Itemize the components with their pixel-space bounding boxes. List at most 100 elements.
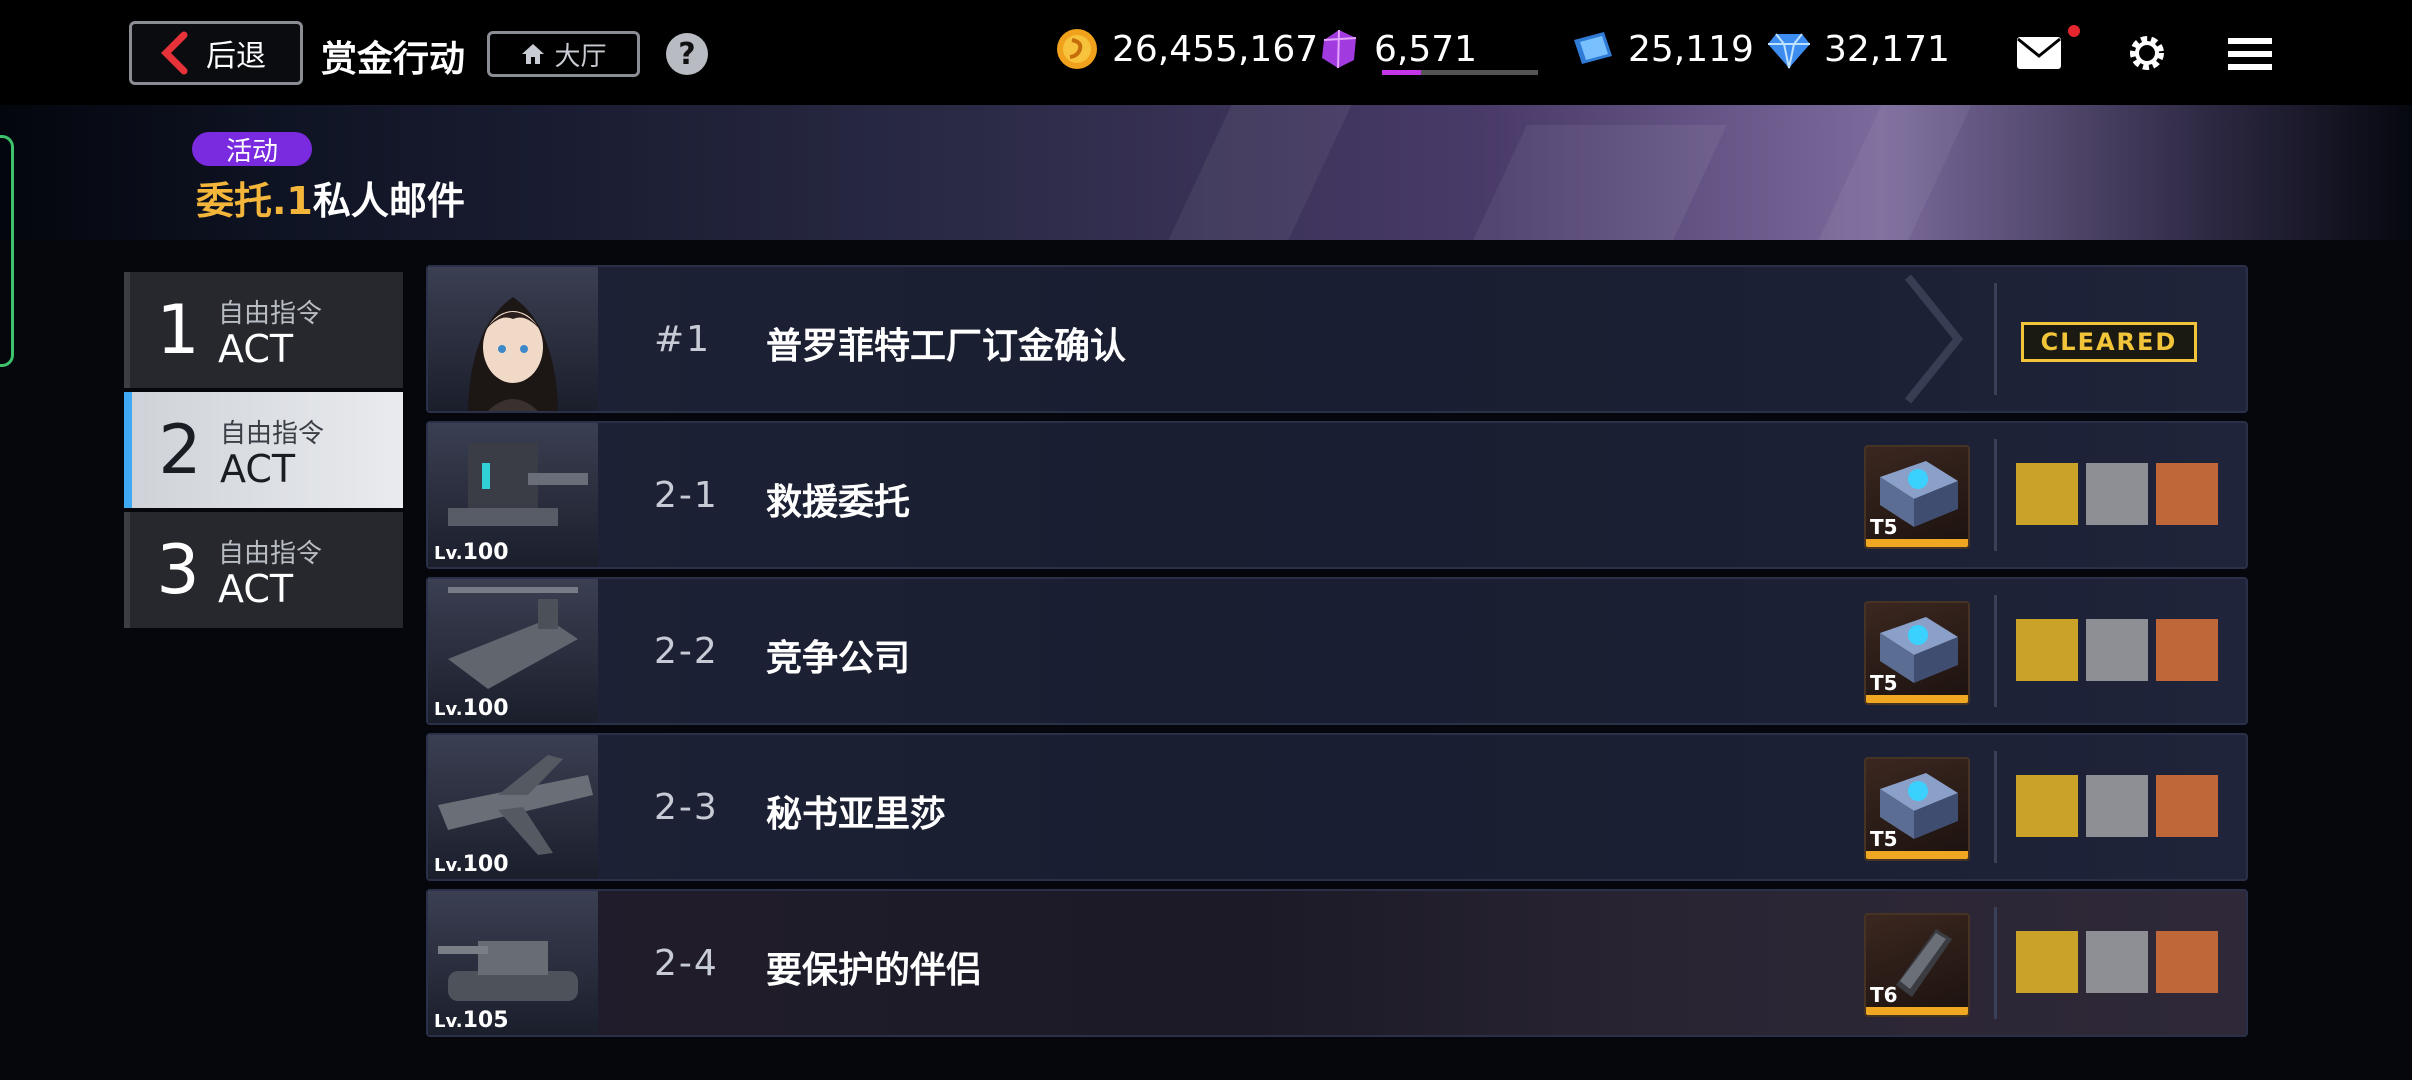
portrait: Lv.100 xyxy=(428,423,598,567)
notification-dot xyxy=(2068,25,2080,37)
act-subtitle: 自由指令 xyxy=(218,538,323,569)
event-title-main: 私人邮件 xyxy=(312,179,465,223)
bronze-medal-icon xyxy=(2156,775,2218,837)
back-button[interactable]: 后退 xyxy=(129,21,303,85)
lobby-button[interactable]: 大厅 xyxy=(487,31,640,77)
gold-medal-icon xyxy=(2016,775,2078,837)
reward-item[interactable]: T5 xyxy=(1864,445,1970,549)
gem-counter[interactable]: 6,571 xyxy=(1316,26,1477,72)
gold-medal-icon xyxy=(2016,463,2078,525)
event-title: 委托.1私人邮件 xyxy=(196,170,465,225)
purple-gem-icon xyxy=(1322,29,1357,69)
reward-item[interactable]: T5 xyxy=(1864,601,1970,705)
stage-id: 2-3 xyxy=(654,787,719,828)
mission-row[interactable]: #1 普罗菲特工厂订金确认 CLEARED xyxy=(426,265,2248,413)
gem-progress-bar xyxy=(1382,70,1538,75)
page-title: 赏金行动 xyxy=(321,39,466,80)
portrait xyxy=(428,267,598,411)
act-label: ACT xyxy=(218,566,294,611)
mission-list: #1 普罗菲特工厂订金确认 CLEARED Lv.100 2-1 救援委托 T5 xyxy=(426,265,2248,1045)
tier-bar xyxy=(1866,851,1968,859)
tier-label: T5 xyxy=(1870,671,1898,695)
silver-medal-icon xyxy=(2086,931,2148,993)
event-tag: 活动 xyxy=(192,132,312,167)
mission-row[interactable]: Lv.100 2-1 救援委托 T5 xyxy=(426,421,2248,569)
level-label: Lv.100 xyxy=(434,696,509,721)
back-button-label: 后退 xyxy=(206,39,266,74)
girl-portrait-icon xyxy=(468,297,558,411)
row-divider xyxy=(1994,595,1997,707)
level-prefix: Lv. xyxy=(434,699,463,720)
coin-counter[interactable]: 26,455,167 xyxy=(1054,26,1318,72)
blue-ticket-icon xyxy=(1574,32,1612,64)
tier-bar xyxy=(1866,1007,1968,1015)
row-divider xyxy=(1994,439,1997,551)
ticket-counter[interactable]: 25,119 xyxy=(1570,26,1754,72)
stage-name: 普罗菲特工厂订金确认 xyxy=(766,326,1127,367)
gear-icon[interactable] xyxy=(2126,32,2168,74)
coin-value: 26,455,167 xyxy=(1112,28,1319,70)
act-number: 2 xyxy=(158,410,202,490)
home-icon xyxy=(522,44,545,64)
silver-medal-icon xyxy=(2086,619,2148,681)
help-button[interactable]: ? xyxy=(666,33,708,75)
act-number: 3 xyxy=(156,530,200,610)
top-bar: 后退 赏金行动 大厅 ? 26,455,167 6,571 25,119 32,… xyxy=(0,0,2412,105)
act-subtitle: 自由指令 xyxy=(218,298,323,329)
gold-medal-icon xyxy=(2016,931,2078,993)
level-value: 100 xyxy=(462,852,509,877)
row-divider xyxy=(1994,907,1997,1019)
act-tab-1[interactable]: 1 自由指令 ACT xyxy=(124,272,403,388)
row-chevron-decoration xyxy=(1904,274,1964,404)
reward-item[interactable]: T5 xyxy=(1864,757,1970,861)
diamond-counter[interactable]: 32,171 xyxy=(1766,26,1950,72)
tier-label: T6 xyxy=(1870,983,1898,1007)
level-prefix: Lv. xyxy=(434,1011,463,1032)
diamond-icon xyxy=(1768,33,1810,69)
banner-decoration xyxy=(1473,125,1727,240)
tier-bar xyxy=(1866,695,1968,703)
stage-id: #1 xyxy=(654,319,712,360)
reward-item[interactable]: T6 xyxy=(1864,913,1970,1017)
level-value: 100 xyxy=(462,540,509,565)
act-tab-2[interactable]: 2 自由指令 ACT xyxy=(124,392,403,508)
level-prefix: Lv. xyxy=(434,855,463,876)
bronze-medal-icon xyxy=(2156,619,2218,681)
level-label: Lv.105 xyxy=(434,1008,509,1033)
mission-row[interactable]: Lv.105 2-4 要保护的伴侣 T6 xyxy=(426,889,2248,1037)
bronze-medal-icon xyxy=(2156,463,2218,525)
banner-decoration xyxy=(1168,105,1352,240)
mail-icon[interactable] xyxy=(2016,36,2062,70)
act-tab-3[interactable]: 3 自由指令 ACT xyxy=(124,512,403,628)
level-value: 105 xyxy=(462,1008,509,1033)
portrait: Lv.105 xyxy=(428,891,598,1035)
mission-row[interactable]: Lv.100 2-2 竞争公司 T5 xyxy=(426,577,2248,725)
act-subtitle: 自由指令 xyxy=(220,418,325,449)
act-number: 1 xyxy=(156,290,200,370)
portrait: Lv.100 xyxy=(428,735,598,879)
stage-id: 2-2 xyxy=(654,631,719,672)
mission-row[interactable]: Lv.100 2-3 秘书亚里莎 T5 xyxy=(426,733,2248,881)
row-divider xyxy=(1994,751,1997,863)
bronze-medal-icon xyxy=(2156,931,2218,993)
stage-name: 竞争公司 xyxy=(766,638,911,679)
portrait: Lv.100 xyxy=(428,579,598,723)
banner-decoration xyxy=(1818,105,1972,240)
stage-name: 救援委托 xyxy=(766,482,911,523)
back-chevron-icon xyxy=(161,31,188,75)
silver-medal-icon xyxy=(2086,775,2148,837)
tier-bar xyxy=(1866,539,1968,547)
menu-icon[interactable] xyxy=(2228,36,2272,72)
act-list: 1 自由指令 ACT 2 自由指令 ACT 3 自由指令 ACT xyxy=(124,272,403,632)
level-label: Lv.100 xyxy=(434,540,509,565)
side-pull-tab[interactable] xyxy=(0,135,14,367)
level-value: 100 xyxy=(462,696,509,721)
act-label: ACT xyxy=(220,446,296,491)
event-title-prefix: 委托.1 xyxy=(196,179,313,223)
stage-name: 要保护的伴侣 xyxy=(766,950,983,991)
cleared-badge: CLEARED xyxy=(2021,322,2197,362)
tier-label: T5 xyxy=(1870,827,1898,851)
stage-id: 2-4 xyxy=(654,943,719,984)
stage-name: 秘书亚里莎 xyxy=(766,794,947,835)
silver-medal-icon xyxy=(2086,463,2148,525)
